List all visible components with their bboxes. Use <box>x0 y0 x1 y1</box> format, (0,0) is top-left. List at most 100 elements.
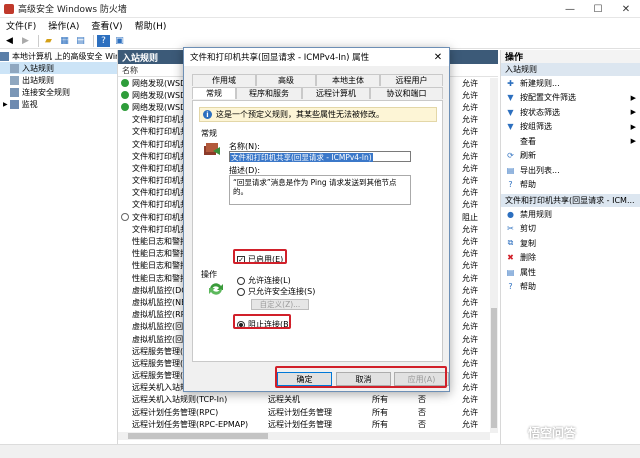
vertical-scrollbar[interactable] <box>490 78 498 433</box>
back-icon[interactable]: ◀ <box>3 35 16 47</box>
action-icon: ▤ <box>506 267 515 277</box>
rule-c4-cell: 否 <box>418 407 426 417</box>
tab-remote-computers[interactable]: 远程计算机 <box>302 87 370 99</box>
blocked-rule-icon <box>121 213 129 222</box>
actions-section-inbound[interactable]: 入站规则 <box>501 63 640 76</box>
action-item[interactable]: ✂ 剪切 <box>501 222 640 237</box>
status-bar <box>0 444 640 458</box>
action-label: 帮助 <box>520 282 536 292</box>
tab-scope[interactable]: 作用域 <box>192 74 256 86</box>
action-icon: ⟳ <box>507 151 514 161</box>
close-button[interactable]: ✕ <box>612 0 640 18</box>
horizontal-scrollbar[interactable] <box>118 432 490 440</box>
rule-action-cell: 允许 <box>462 127 478 137</box>
outbound-rules-icon <box>10 75 19 85</box>
disabled-rule-icon <box>121 164 129 172</box>
menu-help[interactable]: 帮助(H) <box>129 19 173 32</box>
column-name-header[interactable]: 名称 <box>118 65 138 76</box>
menu-view[interactable]: 查看(V) <box>85 19 128 32</box>
rule-c3-cell: 所有 <box>372 395 388 405</box>
actions-section-rule[interactable]: 文件和打印机共享(回显请求 - ICM... <box>501 194 640 207</box>
allow-connection-option[interactable]: 允许连接(L) <box>237 275 291 286</box>
tab-protocols-ports[interactable]: 协议和端口 <box>370 87 443 99</box>
rule-name: 远程计划任务管理(RPC-EPMAP) <box>132 419 249 429</box>
tree-item-connection-security[interactable]: 连接安全规则 <box>0 86 117 98</box>
scrollbar-thumb[interactable] <box>491 308 497 428</box>
tab-programs-services[interactable]: 程序和服务 <box>236 87 302 99</box>
rule-name-value: 文件和打印机共享(回显请求 - ICMPv4-In) <box>230 153 373 162</box>
action-item[interactable]: ▼ 按配置文件筛选 ▶ <box>501 91 640 106</box>
tab-local-principals[interactable]: 本地主体 <box>316 74 380 86</box>
action-item[interactable]: ▤ 导出列表... <box>501 163 640 178</box>
predefined-rule-notice: i 这是一个预定义规则，其某些属性无法被修改。 <box>199 107 437 122</box>
description-field[interactable]: “回显请求”消息是作为 Ping 请求发送到其他节点的。 <box>229 175 411 205</box>
action-item[interactable]: 查看 ▶ <box>501 134 640 149</box>
rule-name: 虚拟机监控(NB <box>132 297 187 307</box>
rule-action-cell: 允许 <box>462 151 478 161</box>
rule-name-field[interactable]: 文件和打印机共享(回显请求 - ICMPv4-In) <box>229 151 411 162</box>
firewall-app-icon <box>4 3 14 14</box>
action-item[interactable]: ? 帮助 <box>501 280 640 295</box>
menu-file[interactable]: 文件(F) <box>0 19 42 32</box>
customize-button[interactable]: 自定义(Z)... <box>251 299 309 310</box>
action-arrows-icon <box>209 283 223 295</box>
minimize-button[interactable]: — <box>556 0 584 18</box>
help-icon[interactable]: ? <box>97 34 110 47</box>
general-group-label: 常规 <box>201 129 217 138</box>
action-item[interactable]: ✖ 删除 <box>501 251 640 266</box>
tab-remote-users[interactable]: 远程用户 <box>380 74 443 86</box>
action-item[interactable]: ✚ 新建规则... <box>501 76 640 91</box>
action-label: 查看 <box>520 136 536 146</box>
action-icon: ▼ <box>507 93 514 103</box>
rule-action-cell: 允许 <box>462 188 478 198</box>
rule-action-cell: 允许 <box>462 322 478 332</box>
scrollbar-thumb[interactable] <box>128 433 268 439</box>
export-icon[interactable]: ▤ <box>74 35 87 47</box>
properties-icon[interactable]: ▣ <box>113 35 126 47</box>
tree-item-label: 出站规则 <box>22 75 54 85</box>
action-item[interactable]: ▼ 按状态筛选 ▶ <box>501 105 640 120</box>
rule-name-cell: 远程计划任务管理(RPC) <box>118 407 268 418</box>
rule-name: 远程关机入站规则(TCP-In) <box>132 395 228 405</box>
action-icon <box>506 137 515 146</box>
rule-action-cell: 允许 <box>462 358 478 368</box>
action-item[interactable]: ⟳ 刷新 <box>501 149 640 164</box>
expand-chevron-icon[interactable]: ▶ <box>3 101 8 108</box>
console-tree-icon[interactable]: ▦ <box>58 35 71 47</box>
allow-radio[interactable] <box>237 276 245 285</box>
action-item[interactable]: ▤ 属性 <box>501 265 640 280</box>
dialog-close-button[interactable]: ✕ <box>427 48 449 66</box>
tab-general[interactable]: 常规 <box>192 87 236 99</box>
rule-name: 远程服务管理(R <box>132 358 189 368</box>
rule-action-cell: 允许 <box>462 237 478 247</box>
action-label: 属性 <box>520 267 536 277</box>
maximize-button[interactable]: ☐ <box>584 0 612 18</box>
tree-item-inbound-rules[interactable]: 入站规则 <box>0 62 117 74</box>
disabled-rule-icon <box>121 128 129 136</box>
folder-icon[interactable]: ▰ <box>42 35 55 47</box>
action-item[interactable]: ▼ 按组筛选 ▶ <box>501 120 640 135</box>
table-row[interactable]: 远程计划任务管理(RPC-EPMAP) 远程计划任务管理 所有 否 允许 <box>118 418 498 430</box>
tree-item-outbound-rules[interactable]: 出站规则 <box>0 74 117 86</box>
disabled-rule-icon <box>121 396 129 404</box>
tree-item-monitoring[interactable]: ▶ 监视 <box>0 98 117 110</box>
disabled-rule-icon <box>121 347 129 355</box>
action-item[interactable]: ● 禁用规则 <box>501 207 640 222</box>
rule-action-cell: 允许 <box>462 297 478 307</box>
menu-action[interactable]: 操作(A) <box>42 19 85 32</box>
action-item[interactable]: ? 帮助 <box>501 178 640 193</box>
rule-c3-cell: 所有 <box>372 419 388 429</box>
rule-c4-cell: 否 <box>418 395 426 405</box>
toolbar-separator <box>38 34 39 47</box>
rule-name: 性能日志和警报 <box>132 249 188 259</box>
disabled-rule-icon <box>121 298 129 306</box>
table-row[interactable]: 远程计划任务管理(RPC) 远程计划任务管理 所有 否 允许 <box>118 406 498 418</box>
tab-advanced[interactable]: 高级 <box>256 74 316 86</box>
action-item[interactable]: ⧉ 复制 <box>501 236 640 251</box>
tree-item-root[interactable]: 本地计算机 上的高级安全 Win <box>0 50 117 62</box>
allow-secure-option[interactable]: 只允许安全连接(S) <box>237 286 315 297</box>
table-row[interactable]: 远程关机入站规则(TCP-In) 远程关机 所有 否 允许 <box>118 394 498 406</box>
forward-icon[interactable]: ▶ <box>19 35 32 47</box>
secure-radio[interactable] <box>237 287 245 296</box>
rule-name: 远程计划任务管理(RPC) <box>132 407 219 417</box>
